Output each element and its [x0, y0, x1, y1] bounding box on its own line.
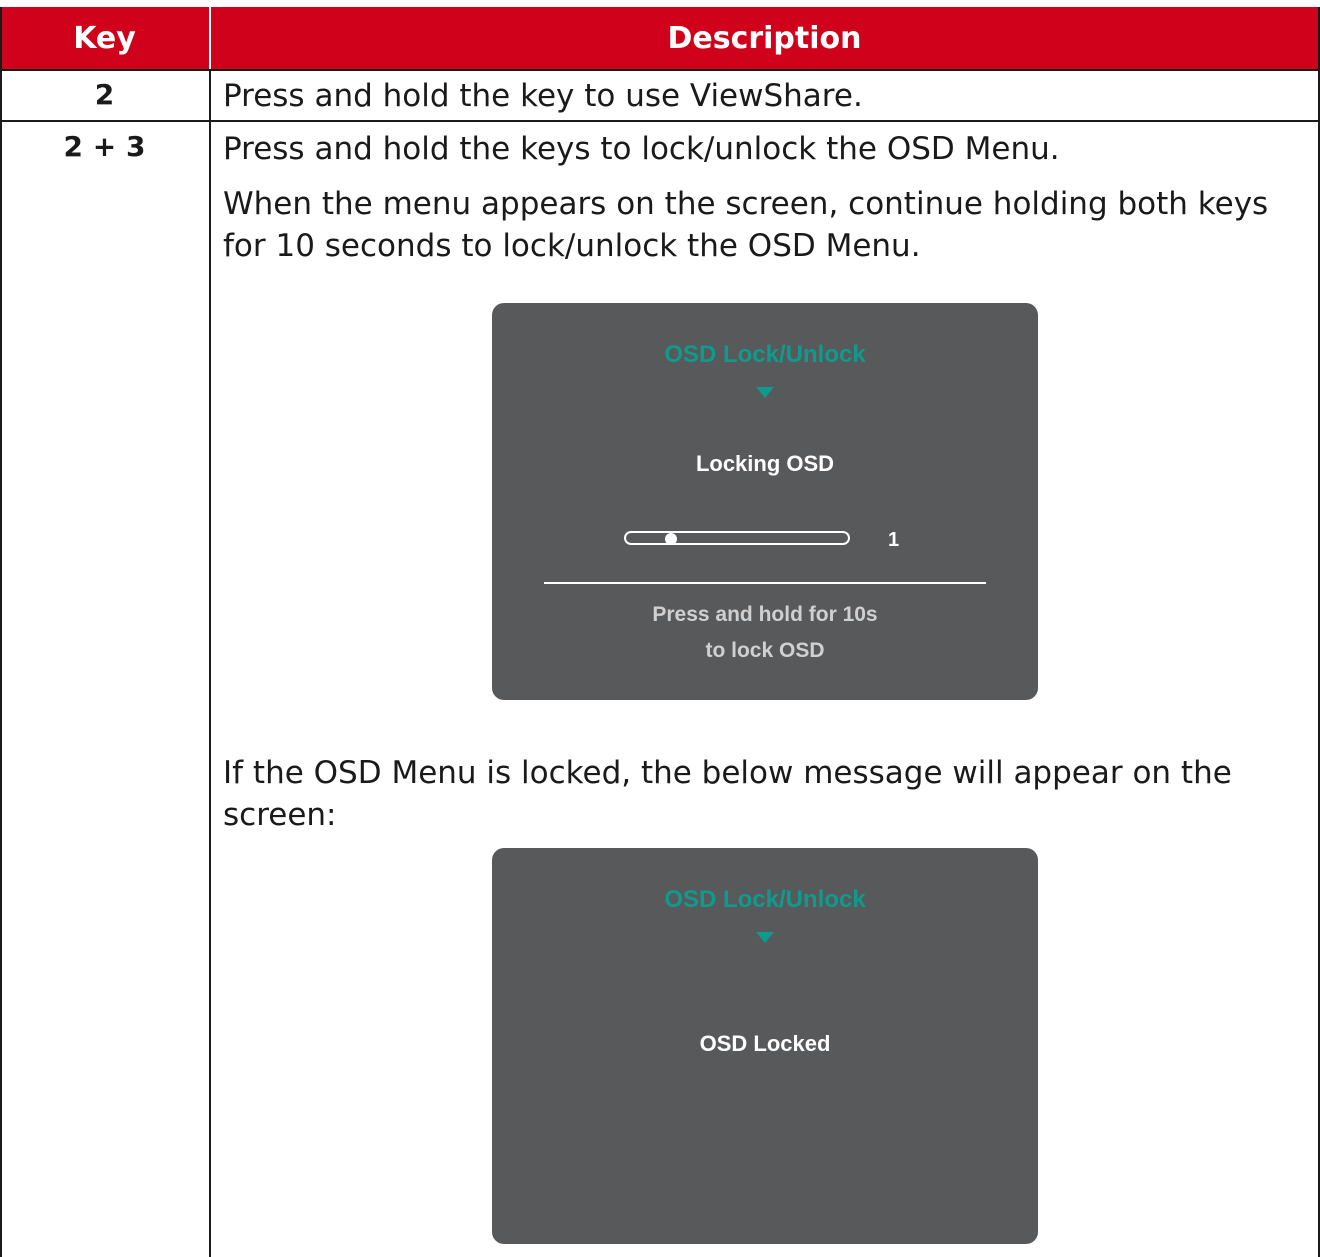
- description-text: Press and hold the keys to lock/unlock t…: [223, 131, 1060, 167]
- progress-knob: [665, 533, 677, 545]
- key-description-table: Key Description 2 Press and hold the key…: [0, 0, 1320, 1257]
- osd-message: OSD Locked: [699, 1031, 831, 1056]
- lock-progress-bar: [624, 531, 850, 545]
- osd-divider: [544, 582, 986, 584]
- osd-locked-screen: OSD Lock/Unlock OSD Locked: [492, 848, 1038, 1244]
- progress-value: 1: [888, 529, 900, 551]
- osd-locking-screen: OSD Lock/Unlock Locking OSD 1 Press and …: [492, 303, 1038, 700]
- table-left-border: [0, 7, 2, 1257]
- header-description: Description: [209, 7, 1320, 69]
- key-cell: 2: [94, 78, 115, 111]
- header-key: Key: [0, 7, 209, 69]
- osd-title: OSD Lock/Unlock: [664, 341, 866, 368]
- osd-hint-line: Press and hold for 10s: [652, 603, 878, 626]
- description-text: Press and hold the key to use ViewShare.: [223, 78, 863, 114]
- down-arrow-icon: [756, 387, 774, 398]
- description-text: If the OSD Menu is locked, the below mes…: [223, 755, 1232, 833]
- header-divider: [209, 7, 211, 69]
- osd-title: OSD Lock/Unlock: [664, 886, 866, 913]
- column-divider: [209, 69, 211, 1257]
- down-arrow-icon: [756, 932, 774, 943]
- row-divider: [0, 69, 1320, 71]
- key-cell: 2 + 3: [63, 130, 146, 163]
- osd-hint: Press and hold for 10s to lock OSD: [492, 597, 1038, 669]
- description-text: When the menu appears on the screen, con…: [223, 186, 1269, 264]
- row-divider: [0, 120, 1320, 122]
- osd-message: Locking OSD: [695, 451, 835, 476]
- osd-hint-line: to lock OSD: [705, 639, 825, 662]
